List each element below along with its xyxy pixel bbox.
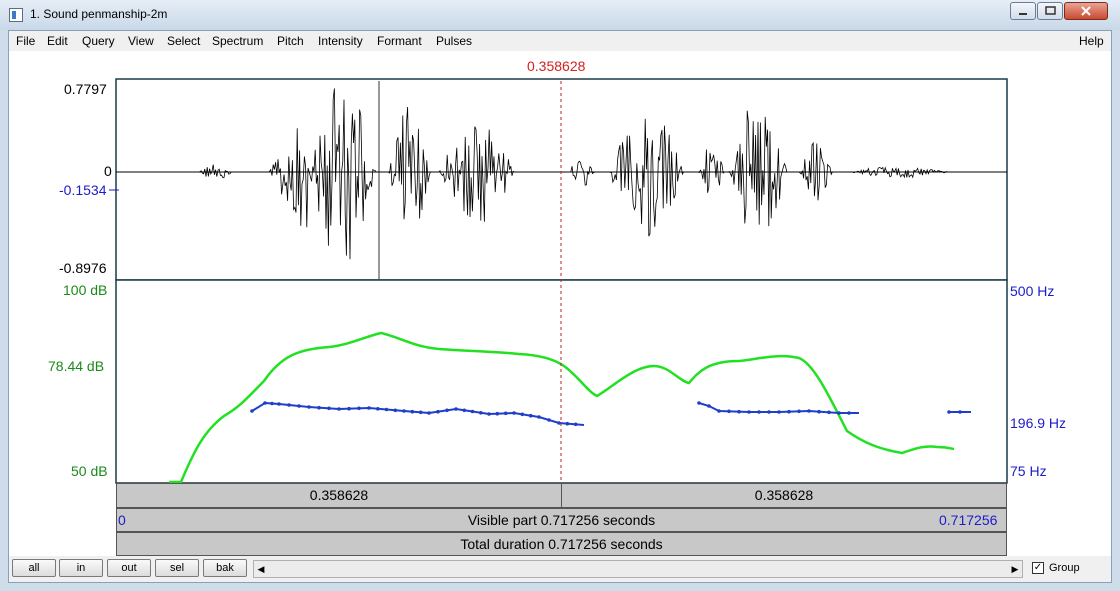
close-button[interactable] [1064,2,1108,20]
pitch-point [707,404,711,408]
pitch-point [445,408,449,413]
pitch-point [357,406,361,411]
pitch-point [287,403,291,407]
maximize-button[interactable] [1037,2,1063,20]
menu-query[interactable]: Query [82,34,115,48]
pitch-point [958,410,962,414]
time-scrollbar[interactable]: ◀ ▶ [253,560,1023,578]
pitch-point [767,410,771,414]
pitch-point [847,411,851,415]
pitch-point [487,412,491,416]
pitch-point [307,405,311,409]
pitch-point [479,411,483,415]
pitch-point [462,408,467,413]
pitch-point [717,409,721,413]
menu-edit[interactable]: Edit [47,34,68,48]
pitch-point [427,411,431,415]
pitch-point [317,405,321,410]
pitch-point [250,409,254,413]
pitch-point [947,410,951,414]
sound-editor-canvas[interactable]: 0.358628 0.7797 0 -0.1534 -0.8976 100 dB… [9,51,1111,556]
pitch-point [436,409,440,414]
pitch-point [797,409,801,414]
footer-toolbar: all in out sel bak ◀ ▶ ✓ Group [9,556,1111,582]
title-bar[interactable]: 1. Sound penmanship-2m [0,0,1120,30]
minimize-button[interactable] [1010,2,1036,20]
visible-part-bar[interactable]: Visible part 0.717256 seconds [116,508,1007,532]
time-segment-right-label: 0.358628 [754,487,814,503]
pitch-point [270,401,274,406]
pitch-point [777,410,781,414]
zoom-out-button[interactable]: out [107,559,151,577]
pitch-point [827,410,831,415]
pitch-point [418,410,423,415]
editor-graphics [109,78,1008,484]
pitch-point [470,409,475,414]
pitch-point [393,408,398,413]
pitch-point [454,407,458,411]
pitch-point [737,409,741,414]
menu-formant[interactable]: Formant [377,34,422,48]
visible-start-label: 0 [118,512,126,528]
pitch-point [537,415,541,419]
pitch-point [495,411,500,416]
pitch-point [747,410,751,414]
pitch-point [547,418,551,422]
praat-sound-window: 1. Sound penmanship-2m File Edit Query V… [0,0,1120,591]
visible-end-label: 0.717256 [939,512,998,528]
zoom-back-button[interactable]: bak [203,559,247,577]
pitch-point [757,410,761,414]
pitch-point [297,404,301,408]
pitch-point [410,409,415,414]
pitch-point [520,412,525,417]
time-segment-left-label: 0.358628 [309,487,369,503]
pitch-point [376,407,380,411]
menu-spectrum[interactable]: Spectrum [212,34,263,48]
pitch-point [277,402,281,406]
pitch-point [697,401,701,405]
total-duration-label: Total duration 0.717256 seconds [460,536,663,552]
zoom-all-button[interactable]: all [12,559,56,577]
menu-help[interactable]: Help [1079,34,1104,48]
pitch-point [727,409,731,414]
menu-view[interactable]: View [128,34,154,48]
app-icon [9,8,23,22]
visible-part-label: Visible part 0.717256 seconds [467,512,656,528]
time-segment-left[interactable]: 0.358628 [116,483,562,508]
pitch-point [817,409,821,414]
time-segment-right[interactable]: 0.358628 [561,483,1007,508]
pitch-point [327,406,331,411]
total-duration-bar[interactable]: Total duration 0.717256 seconds [116,532,1007,556]
pitch-point [573,422,578,427]
group-checkbox[interactable]: ✓ [1032,562,1044,574]
scroll-left-icon[interactable]: ◀ [254,561,268,577]
menu-file[interactable]: File [16,34,35,48]
pitch-point [347,406,351,411]
menu-pulses[interactable]: Pulses [436,34,472,48]
window-client: File Edit Query View Select Spectrum Pit… [8,30,1112,583]
zoom-in-button[interactable]: in [59,559,103,577]
menu-select[interactable]: Select [167,34,200,48]
group-label: Group [1049,562,1080,574]
pitch-point [565,421,570,426]
menu-intensity[interactable]: Intensity [318,34,363,48]
window-title: 1. Sound penmanship-2m [30,7,168,21]
pitch-point [787,409,791,414]
pitch-point [337,407,341,411]
pitch-point [528,413,533,418]
zoom-selection-button[interactable]: sel [155,559,199,577]
menu-bar: File Edit Query View Select Spectrum Pit… [9,31,1111,51]
scroll-right-icon[interactable]: ▶ [1008,561,1022,577]
pitch-point [384,407,389,412]
pitch-point [807,409,811,413]
pitch-point [367,406,371,410]
pitch-point [512,411,516,415]
pitch-point [503,411,508,416]
menu-pitch[interactable]: Pitch [277,34,304,48]
pitch-point [837,411,841,415]
pitch-point [557,421,561,425]
pitch-point [263,401,267,405]
pitch-point [402,409,406,413]
